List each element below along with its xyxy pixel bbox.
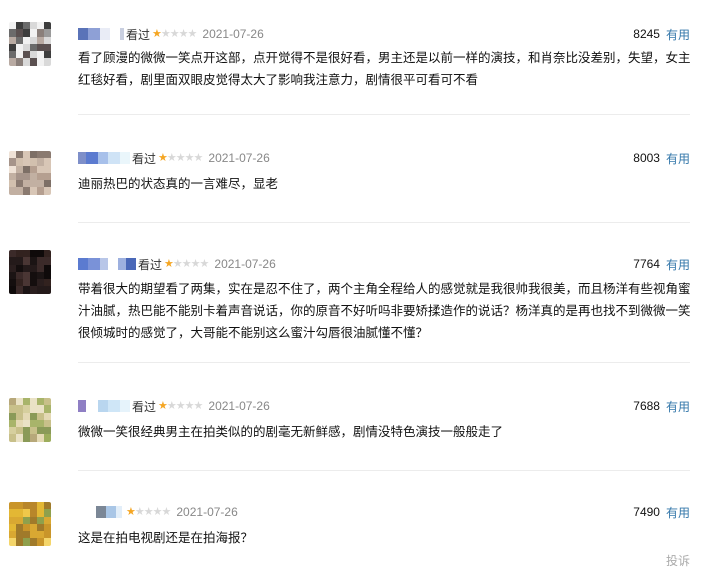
star-empty-icon: ★ — [178, 27, 189, 40]
avatar[interactable] — [9, 502, 51, 546]
report-link[interactable]: 投诉 — [666, 552, 690, 569]
rating-stars: ★ ★ ★ ★ ★ — [126, 505, 172, 518]
avatar[interactable] — [9, 151, 51, 195]
review-comment: 这是在拍电视剧还是在拍海报？ — [78, 531, 254, 545]
review-date: 2021-07-26 — [176, 505, 238, 519]
rating-stars: ★ ★ ★ ★ ★ — [164, 257, 210, 270]
divider — [78, 114, 690, 115]
username[interactable] — [78, 151, 130, 165]
star-empty-icon: ★ — [143, 505, 154, 518]
star-empty-icon: ★ — [193, 151, 204, 164]
username[interactable] — [78, 257, 136, 271]
star-empty-icon: ★ — [166, 151, 177, 164]
vote-count: 8003 — [633, 151, 660, 165]
star-empty-icon: ★ — [160, 27, 171, 40]
review-date: 2021-07-26 — [208, 151, 270, 165]
avatar[interactable] — [9, 250, 51, 294]
star-empty-icon: ★ — [181, 257, 192, 270]
star-empty-icon: ★ — [199, 257, 210, 270]
star-empty-icon: ★ — [175, 399, 186, 412]
star-filled-icon: ★ — [126, 505, 136, 518]
rating-stars: ★ ★ ★ ★ ★ — [158, 399, 204, 412]
vote-count: 7490 — [633, 505, 660, 519]
review-date: 2021-07-26 — [202, 27, 264, 41]
review-comment: 带着很大的期望看了两集，实在是忍不住了，两个主角全程给人的感觉就是我很帅我很美，… — [78, 282, 691, 340]
vote-count: 7688 — [633, 399, 660, 413]
vote-count: 7764 — [633, 257, 660, 271]
star-empty-icon: ★ — [175, 151, 186, 164]
rating-stars: ★ ★ ★ ★ ★ — [158, 151, 204, 164]
username[interactable] — [78, 399, 130, 413]
star-empty-icon: ★ — [172, 257, 183, 270]
star-empty-icon: ★ — [184, 151, 195, 164]
watched-label: 看过 — [132, 399, 157, 414]
useful-button[interactable]: 有用 — [666, 398, 690, 415]
review-comment: 微微一笑很经典男主在拍类似的的剧毫无新鲜感，剧情没特色演技一般般走了 — [78, 425, 504, 439]
username[interactable] — [78, 27, 124, 41]
avatar[interactable] — [9, 22, 51, 66]
star-empty-icon: ★ — [193, 399, 204, 412]
useful-button[interactable]: 有用 — [666, 504, 690, 521]
review-comment: 迪丽热巴的状态真的一言难尽，显老 — [78, 177, 279, 191]
star-filled-icon: ★ — [164, 257, 174, 270]
vote-count: 8245 — [633, 27, 660, 41]
divider — [78, 362, 690, 363]
review-date: 2021-07-26 — [214, 257, 276, 271]
star-empty-icon: ★ — [187, 27, 198, 40]
star-empty-icon: ★ — [190, 257, 201, 270]
username[interactable] — [88, 505, 122, 519]
avatar[interactable] — [9, 398, 51, 442]
watched-label: 看过 — [126, 27, 151, 42]
star-empty-icon: ★ — [161, 505, 172, 518]
star-empty-icon: ★ — [134, 505, 145, 518]
useful-button[interactable]: 有用 — [666, 26, 690, 43]
watched-label: 看过 — [138, 257, 163, 272]
divider — [78, 222, 690, 223]
star-filled-icon: ★ — [152, 27, 162, 40]
star-filled-icon: ★ — [158, 399, 168, 412]
rating-stars: ★ ★ ★ ★ ★ — [152, 27, 198, 40]
star-empty-icon: ★ — [169, 27, 180, 40]
star-empty-icon: ★ — [152, 505, 163, 518]
useful-button[interactable]: 有用 — [666, 256, 690, 273]
useful-button[interactable]: 有用 — [666, 150, 690, 167]
star-filled-icon: ★ — [158, 151, 168, 164]
review-date: 2021-07-26 — [208, 399, 270, 413]
star-empty-icon: ★ — [184, 399, 195, 412]
watched-label: 看过 — [132, 151, 157, 166]
divider — [78, 470, 690, 471]
star-empty-icon: ★ — [166, 399, 177, 412]
review-comment: 看了顾漫的微微一笑点开这部，点开觉得不是很好看，男主还是以前一样的演技，和肖奈比… — [78, 51, 691, 87]
